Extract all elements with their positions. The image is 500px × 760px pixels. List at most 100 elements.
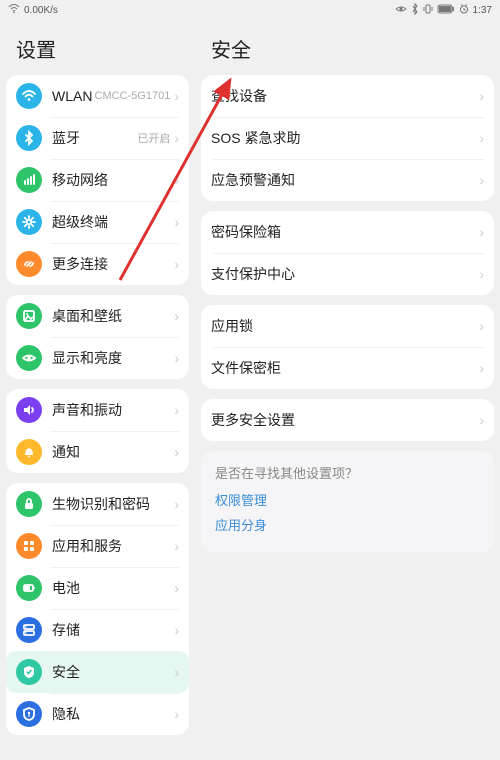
security-item-label: 应急预警通知: [211, 170, 479, 190]
security-item-label: 文件保密柜: [211, 358, 479, 378]
stor-icon: [16, 617, 42, 643]
security-item-payment-protection[interactable]: 支付保护中心 ›: [201, 253, 494, 295]
sidebar-item-bluetooth[interactable]: 蓝牙 已开启 ›: [6, 117, 189, 159]
chevron-right-icon: ›: [479, 88, 484, 104]
sidebar-item-label: 生物识别和密码: [52, 494, 174, 514]
security-item-more-security[interactable]: 更多安全设置 ›: [201, 399, 494, 441]
chevron-right-icon: ›: [174, 538, 179, 554]
security-panel: 安全 查找设备 › SOS 紧急求助 › 应急预警通知 › 密码保险箱 › 支付…: [195, 20, 500, 760]
chevron-right-icon: ›: [479, 130, 484, 146]
hint-link[interactable]: 权限管理: [215, 490, 480, 509]
wifi-status-icon: [8, 4, 20, 17]
sidebar-item-battery[interactable]: 电池 ›: [6, 567, 189, 609]
settings-group: 桌面和壁纸 › 显示和亮度 ›: [6, 295, 189, 379]
sidebar-item-notifications[interactable]: 通知 ›: [6, 431, 189, 473]
chevron-right-icon: ›: [479, 318, 484, 334]
sidebar-item-security[interactable]: 安全 ›: [6, 651, 189, 693]
sidebar-item-mobile-network[interactable]: 移动网络 ›: [6, 159, 189, 201]
sidebar-item-biometric-password[interactable]: 生物识别和密码 ›: [6, 483, 189, 525]
sidebar-item-label: 应用和服务: [52, 536, 174, 556]
sidebar-item-label: 更多连接: [52, 254, 174, 274]
security-item-label: 密码保险箱: [211, 222, 479, 242]
net-icon: [16, 167, 42, 193]
wifi-icon: [16, 83, 42, 109]
chevron-right-icon: ›: [479, 224, 484, 240]
chevron-right-icon: ›: [174, 308, 179, 324]
chevron-right-icon: ›: [174, 172, 179, 188]
batt-icon: [16, 575, 42, 601]
chevron-right-icon: ›: [174, 256, 179, 272]
sidebar-item-label: 显示和亮度: [52, 348, 174, 368]
bell-icon: [16, 439, 42, 465]
chevron-right-icon: ›: [174, 214, 179, 230]
security-item-label: 应用锁: [211, 316, 479, 336]
hint-link[interactable]: 应用分身: [215, 515, 480, 534]
settings-group: WLAN CMCC-5G1701 › 蓝牙 已开启 › 移动网络 › 超级终端 …: [6, 75, 189, 285]
chevron-right-icon: ›: [174, 402, 179, 418]
chevron-right-icon: ›: [174, 580, 179, 596]
shield-icon: [16, 659, 42, 685]
security-item-password-vault[interactable]: 密码保险箱 ›: [201, 211, 494, 253]
security-item-sos-emergency[interactable]: SOS 紧急求助 ›: [201, 117, 494, 159]
security-item-label: 查找设备: [211, 86, 479, 106]
sidebar-item-apps-services[interactable]: 应用和服务 ›: [6, 525, 189, 567]
security-group: 查找设备 › SOS 紧急求助 › 应急预警通知 ›: [201, 75, 494, 201]
settings-sidebar: 设置 WLAN CMCC-5G1701 › 蓝牙 已开启 › 移动网络 › 超级…: [0, 20, 195, 760]
sidebar-item-more-connections[interactable]: 更多连接 ›: [6, 243, 189, 285]
chevron-right-icon: ›: [174, 622, 179, 638]
hint-card: 是否在寻找其他设置项？ 权限管理应用分身: [201, 451, 494, 552]
chevron-right-icon: ›: [174, 88, 179, 104]
status-bar: 0.00K/s 1:37: [0, 0, 500, 20]
sidebar-item-storage[interactable]: 存储 ›: [6, 609, 189, 651]
link-icon: [16, 251, 42, 277]
chevron-right-icon: ›: [174, 664, 179, 680]
security-item-find-device[interactable]: 查找设备 ›: [201, 75, 494, 117]
security-item-label: 支付保护中心: [211, 264, 479, 284]
sidebar-item-display-brightness[interactable]: 显示和亮度 ›: [6, 337, 189, 379]
sidebar-item-label: 通知: [52, 442, 174, 462]
hint-title: 是否在寻找其他设置项？: [215, 463, 480, 482]
sidebar-item-sub: CMCC-5G1701: [95, 90, 171, 102]
vibrate-status-icon: [423, 4, 433, 17]
sidebar-item-desktop-wallpaper[interactable]: 桌面和壁纸 ›: [6, 295, 189, 337]
sidebar-item-label: 电池: [52, 578, 174, 598]
sidebar-item-label: 蓝牙: [52, 128, 137, 148]
bt-icon: [16, 125, 42, 151]
security-item-label: 更多安全设置: [211, 410, 479, 430]
battery-status-icon: [437, 4, 455, 17]
security-item-emergency-alert[interactable]: 应急预警通知 ›: [201, 159, 494, 201]
sidebar-item-privacy[interactable]: 隐私 ›: [6, 693, 189, 735]
security-group: 密码保险箱 › 支付保护中心 ›: [201, 211, 494, 295]
security-item-label: SOS 紧急求助: [211, 128, 479, 148]
sidebar-item-super-terminal[interactable]: 超级终端 ›: [6, 201, 189, 243]
left-title: 设置: [6, 26, 189, 75]
security-item-app-lock[interactable]: 应用锁 ›: [201, 305, 494, 347]
sidebar-item-label: 声音和振动: [52, 400, 174, 420]
net-speed: 0.00K/s: [24, 5, 58, 16]
pic-icon: [16, 303, 42, 329]
chevron-right-icon: ›: [174, 706, 179, 722]
sidebar-item-sub: 已开启: [137, 130, 170, 146]
sidebar-item-sound-vibration[interactable]: 声音和振动 ›: [6, 389, 189, 431]
sidebar-item-label: 超级终端: [52, 212, 174, 232]
sound-icon: [16, 397, 42, 423]
right-title: 安全: [201, 26, 494, 75]
status-time: 1:37: [473, 5, 492, 16]
security-group: 更多安全设置 ›: [201, 399, 494, 441]
priv-icon: [16, 701, 42, 727]
apps-icon: [16, 533, 42, 559]
sidebar-item-label: 隐私: [52, 704, 174, 724]
security-item-file-safe[interactable]: 文件保密柜 ›: [201, 347, 494, 389]
sidebar-item-label: WLAN: [52, 88, 95, 104]
security-group: 应用锁 › 文件保密柜 ›: [201, 305, 494, 389]
sidebar-item-label: 移动网络: [52, 170, 174, 190]
sidebar-item-wlan[interactable]: WLAN CMCC-5G1701 ›: [6, 75, 189, 117]
alarm-status-icon: [459, 4, 469, 17]
gear-icon: [16, 209, 42, 235]
chevron-right-icon: ›: [479, 412, 484, 428]
chevron-right-icon: ›: [174, 444, 179, 460]
chevron-right-icon: ›: [174, 350, 179, 366]
sidebar-item-label: 桌面和壁纸: [52, 306, 174, 326]
settings-group: 声音和振动 › 通知 ›: [6, 389, 189, 473]
sidebar-item-label: 安全: [52, 662, 174, 682]
